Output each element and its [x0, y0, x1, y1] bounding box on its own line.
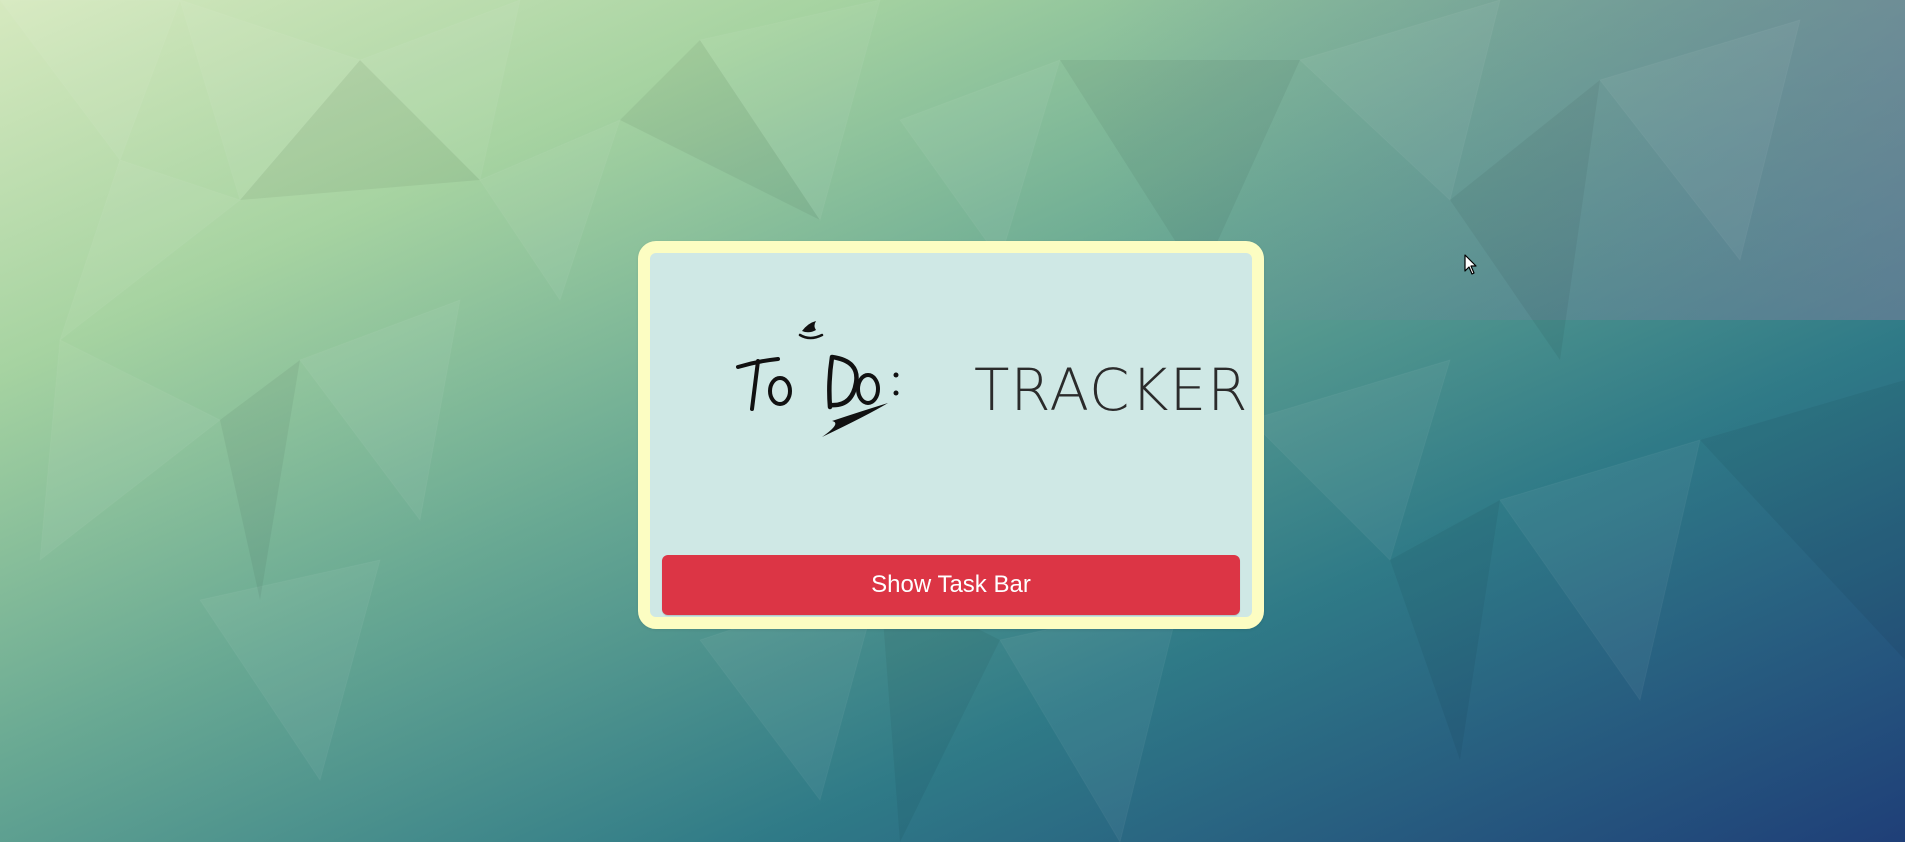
app-title: TRACKER [974, 356, 1249, 424]
mouse-pointer-icon [1464, 254, 1477, 275]
show-task-bar-button[interactable]: Show Task Bar [662, 555, 1240, 615]
welcome-card: TRACKER Show Task Bar [638, 241, 1264, 629]
todo-logo-icon [736, 321, 899, 437]
